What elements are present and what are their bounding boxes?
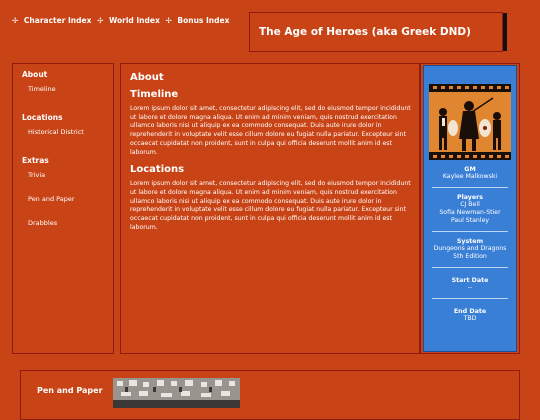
sidebar-item-historical-district[interactable]: Historical District xyxy=(28,128,113,136)
pen-and-paper-image xyxy=(113,378,240,408)
infobox: GM Kaylee Malkowski Players CJ Bell Sofi… xyxy=(423,65,517,352)
infobox-divider xyxy=(432,267,508,268)
system-label: System xyxy=(456,238,484,245)
page-title: The Age of Heroes (aka Greek DND) xyxy=(259,26,471,38)
nav-separator: ✢ xyxy=(165,16,172,25)
players-label: Players xyxy=(456,194,484,201)
nav-world-index[interactable]: World Index xyxy=(109,16,160,25)
system-value-2: 5th Edition xyxy=(453,253,487,260)
player-3: Paul Stanley xyxy=(450,217,490,224)
nav-character-index[interactable]: Character Index xyxy=(24,16,92,25)
nav-separator: ✢ xyxy=(97,16,104,25)
sidebar-heading-locations[interactable]: Locations xyxy=(22,113,113,122)
sidebar-item-pen-and-paper[interactable]: Pen and Paper xyxy=(28,195,113,203)
divider-bar xyxy=(503,13,507,51)
section-heading-locations: Locations xyxy=(130,164,185,176)
gm-label: GM xyxy=(464,166,476,173)
main-content: About Timeline Lorem ipsum dolor sit ame… xyxy=(120,63,420,354)
pen-and-paper-box xyxy=(20,370,520,420)
sidebar-heading-about[interactable]: About xyxy=(22,70,113,79)
section-body-timeline: Lorem ipsum dolor sit amet, consectetur … xyxy=(130,105,411,156)
sidebar-heading-extras[interactable]: Extras xyxy=(22,156,113,165)
sidebar: About Timeline Locations Historical Dist… xyxy=(12,63,114,354)
sidebar-item-drabbles[interactable]: Drabbles xyxy=(28,219,113,227)
start-date-label: Start Date xyxy=(451,277,489,284)
infobox-divider xyxy=(432,187,508,188)
pen-and-paper-title: Pen and Paper xyxy=(37,386,103,395)
section-heading-timeline: Timeline xyxy=(130,89,179,100)
top-nav: ✢ Character Index ✢ World Index ✢ Bonus … xyxy=(12,16,232,25)
greek-pottery-image xyxy=(429,84,511,160)
section-body-locations: Lorem ipsum dolor sit amet, consectetur … xyxy=(130,180,411,231)
sketch-illustration xyxy=(113,378,240,408)
infobox-divider xyxy=(432,231,508,232)
sidebar-item-trivia[interactable]: Trivia xyxy=(28,171,113,179)
pottery-illustration xyxy=(429,84,511,160)
infobox-divider xyxy=(432,298,508,299)
nav-separator: ✢ xyxy=(12,16,19,25)
player-2: Sofia Newman-Stier xyxy=(439,209,501,216)
main-title: About xyxy=(130,72,164,83)
nav-bonus-index[interactable]: Bonus Index xyxy=(177,16,229,25)
system-value-1: Dungeons and Dragons xyxy=(433,245,507,252)
end-date-label: End Date xyxy=(453,308,487,315)
player-1: CJ Bell xyxy=(460,201,480,208)
sidebar-item-timeline[interactable]: Timeline xyxy=(28,85,113,93)
end-date-value: TBD xyxy=(463,315,477,322)
gm-value: Kaylee Malkowski xyxy=(442,173,498,180)
start-date-value: -- xyxy=(467,284,473,291)
page-title-box: The Age of Heroes (aka Greek DND) xyxy=(249,12,503,52)
